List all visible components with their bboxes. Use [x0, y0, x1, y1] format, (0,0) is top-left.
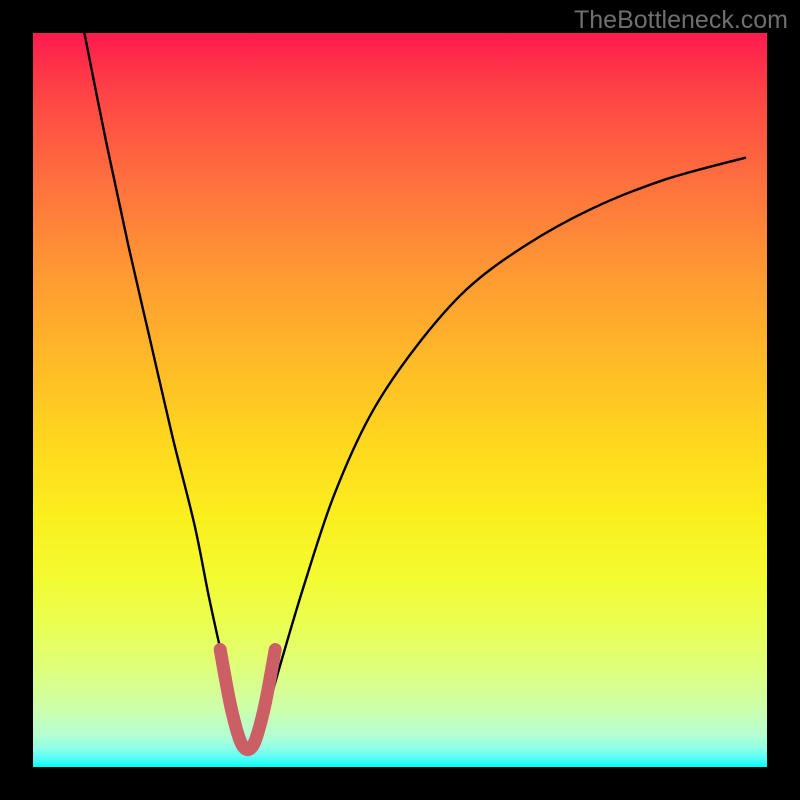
curve-svg [33, 33, 767, 767]
highlight-curve-path [220, 650, 275, 750]
main-curve-path [84, 33, 745, 750]
plot-area [33, 33, 767, 767]
watermark-text: TheBottleneck.com [574, 6, 788, 35]
chart-container: TheBottleneck.com [0, 0, 800, 800]
